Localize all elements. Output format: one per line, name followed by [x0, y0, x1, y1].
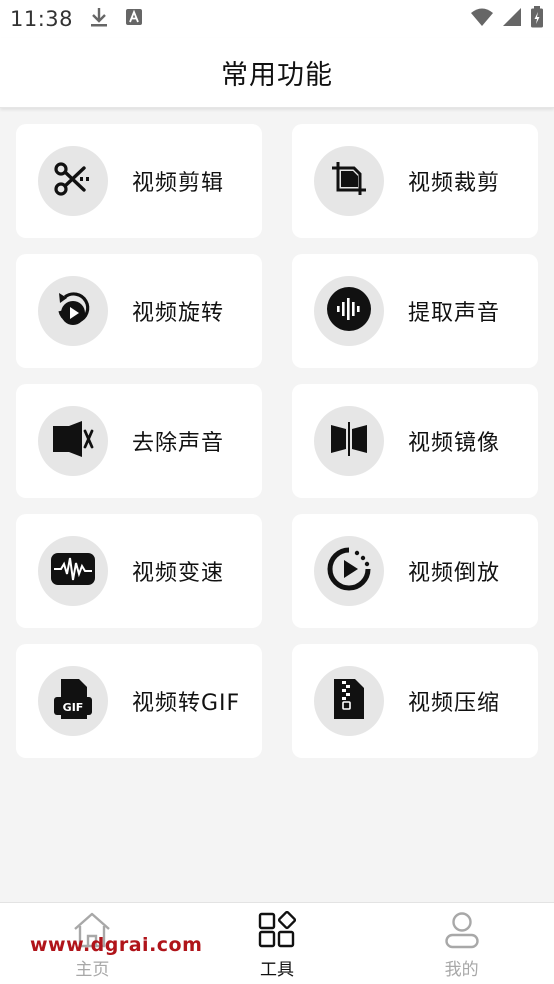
tool-label: 视频旋转 [132, 301, 225, 326]
tool-label: 视频倒放 [408, 561, 501, 586]
scissors-icon [53, 159, 93, 203]
audio-wave-icon [326, 286, 372, 336]
icon-circle [314, 406, 384, 476]
icon-circle [314, 536, 384, 606]
speed-icon [50, 552, 96, 590]
battery-icon [530, 6, 544, 32]
download-icon [89, 6, 109, 32]
tool-label: 去除声音 [132, 431, 225, 456]
icon-circle [38, 276, 108, 346]
icon-circle [38, 146, 108, 216]
tool-card-video-crop[interactable]: 视频裁剪 [292, 124, 538, 238]
tool-label: 视频裁剪 [408, 171, 501, 196]
rotate-icon [53, 289, 93, 333]
icon-circle [314, 666, 384, 736]
watermark-text: www.dgrai.com [30, 934, 203, 956]
nav-mine-label: 我的 [444, 960, 479, 980]
tool-label: 提取声音 [408, 301, 501, 326]
icon-circle [314, 146, 384, 216]
tool-label: 视频剪辑 [132, 171, 225, 196]
wifi-icon [470, 7, 494, 31]
icon-circle [38, 406, 108, 476]
status-bar: 11:38 [0, 0, 554, 38]
tool-card-video-reverse[interactable]: 视频倒放 [292, 514, 538, 628]
nav-mine[interactable]: 我的 [392, 903, 532, 980]
tool-card-video-mirror[interactable]: 视频镜像 [292, 384, 538, 498]
tool-label: 视频镜像 [408, 431, 501, 456]
page-title: 常用功能 [221, 60, 333, 91]
tool-card-extract-audio[interactable]: 提取声音 [292, 254, 538, 368]
tool-card-video-rotate[interactable]: 视频旋转 [16, 254, 262, 368]
user-icon [444, 911, 480, 953]
tool-card-video-speed[interactable]: 视频变速 [16, 514, 262, 628]
mute-icon [51, 419, 95, 463]
tool-card-video-compress[interactable]: 视频压缩 [292, 644, 538, 758]
reverse-icon [326, 546, 372, 596]
svg-text:GIF: GIF [63, 701, 84, 714]
nav-tools-label: 工具 [259, 960, 294, 980]
tool-label: 视频压缩 [408, 691, 501, 716]
signal-icon [502, 7, 522, 31]
mirror-icon [329, 419, 369, 463]
status-time: 11:38 [10, 7, 74, 31]
zip-file-icon [331, 677, 367, 725]
icon-circle: GIF [38, 666, 108, 736]
tool-label: 视频转GIF [132, 691, 241, 716]
icon-circle [38, 536, 108, 606]
icon-circle [314, 276, 384, 346]
tool-card-video-to-gif[interactable]: GIF 视频转GIF [16, 644, 262, 758]
font-app-icon [125, 8, 143, 30]
nav-home-label: 主页 [75, 960, 110, 980]
grid-icon [258, 910, 297, 953]
tool-card-remove-audio[interactable]: 去除声音 [16, 384, 262, 498]
gif-file-icon: GIF [52, 677, 94, 725]
tools-grid: 视频剪辑 视频裁剪 视频旋转 提取声音 去除声音 视频镜像 视频变速 视频倒放 … [16, 124, 538, 758]
crop-icon [329, 159, 369, 203]
status-left: 11:38 [10, 6, 143, 32]
nav-tools[interactable]: 工具 [207, 903, 347, 980]
app-header: 常用功能 [0, 38, 554, 108]
status-right [470, 6, 544, 32]
tool-label: 视频变速 [132, 561, 225, 586]
tool-card-video-cut[interactable]: 视频剪辑 [16, 124, 262, 238]
